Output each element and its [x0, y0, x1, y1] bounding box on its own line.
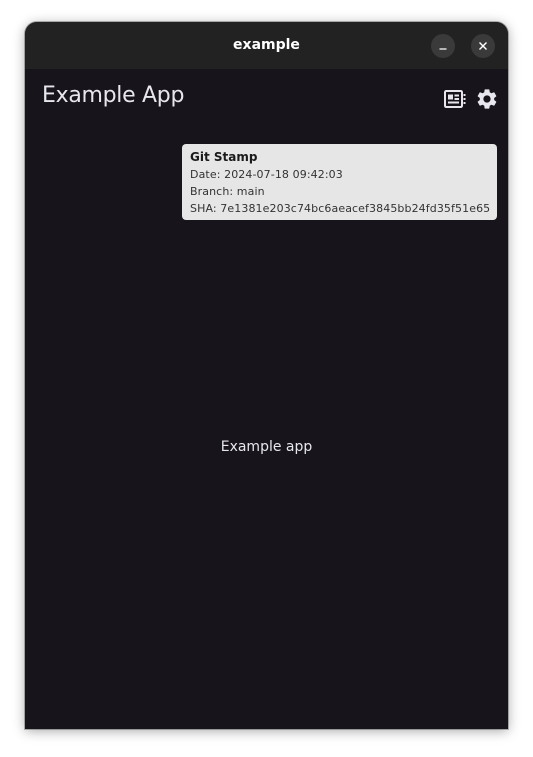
- git-stamp-tooltip: Git Stamp Date: 2024-07-18 09:42:03 Bran…: [182, 144, 497, 220]
- git-stamp-button[interactable]: [443, 87, 467, 111]
- app-content: Example App Git Stamp Date: 2024-07-18 0…: [25, 69, 508, 729]
- app-title: Example App: [42, 83, 185, 108]
- body-text: Example app: [220, 439, 313, 455]
- close-icon: [479, 42, 487, 50]
- window-titlebar[interactable]: example: [25, 22, 508, 69]
- tooltip-branch: Branch: main: [190, 185, 265, 198]
- app-window: example Example App Git Stamp Date: 2024…: [25, 22, 508, 729]
- minimize-icon: [439, 48, 447, 50]
- tooltip-sha: SHA: 7e1381e203c74bc6aeacef3845bb24fd35f…: [190, 202, 491, 215]
- git-stamp-icon: [444, 90, 466, 108]
- settings-button[interactable]: [475, 87, 499, 111]
- settings-gear-icon: [477, 89, 497, 109]
- tooltip-date: Date: 2024-07-18 09:42:03: [190, 168, 343, 181]
- close-button[interactable]: [471, 34, 495, 58]
- minimize-button[interactable]: [431, 34, 455, 58]
- tooltip-title: Git Stamp: [190, 150, 258, 164]
